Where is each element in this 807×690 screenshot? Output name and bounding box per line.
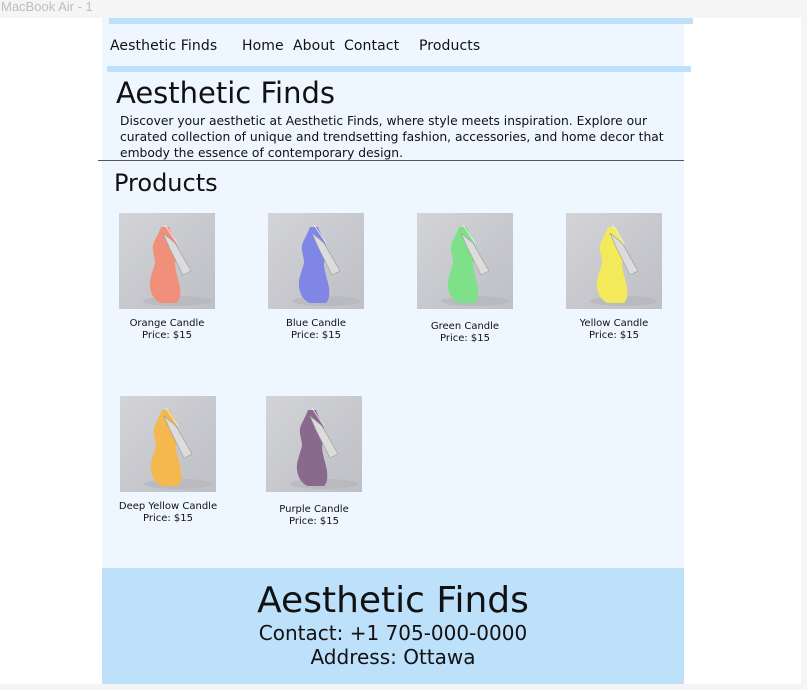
product-caption: Green Candle Price: $15 <box>395 321 535 345</box>
product-caption: Blue Candle Price: $15 <box>246 318 386 342</box>
nav-link-about[interactable]: About <box>293 38 335 54</box>
product-image[interactable] <box>268 213 364 309</box>
footer-title: Aesthetic Finds <box>257 580 529 621</box>
nav-link-home[interactable]: Home <box>242 38 284 54</box>
product-price: Price: $15 <box>439 333 491 344</box>
product-price: Price: $15 <box>141 330 193 341</box>
product-name: Orange Candle <box>129 318 205 329</box>
product-name: Deep Yellow Candle <box>118 501 218 512</box>
product-image[interactable] <box>266 396 362 492</box>
hero-title: Aesthetic Finds <box>116 76 335 110</box>
product-name: Yellow Candle <box>579 318 649 329</box>
nav-brand[interactable]: Aesthetic Finds <box>110 38 217 54</box>
nav-link-products[interactable]: Products <box>419 38 480 54</box>
product-image[interactable] <box>120 396 216 492</box>
nav-link-contact[interactable]: Contact <box>344 38 399 54</box>
nav-top-bar <box>109 18 693 24</box>
section-divider <box>98 160 684 161</box>
product-price: Price: $15 <box>588 330 640 341</box>
frame-label: MacBook Air - 1 <box>1 0 93 14</box>
nav-bottom-bar <box>107 66 691 72</box>
footer-address: Address: Ottawa <box>310 645 476 669</box>
product-name: Purple Candle <box>279 504 349 515</box>
product-name: Blue Candle <box>285 318 347 329</box>
product-caption: Orange Candle Price: $15 <box>97 318 237 342</box>
product-price: Price: $15 <box>288 516 340 527</box>
product-caption: Purple Candle Price: $15 <box>244 504 384 528</box>
products-title: Products <box>114 169 218 197</box>
product-price: Price: $15 <box>290 330 342 341</box>
product-image[interactable] <box>417 213 513 309</box>
hero-description: Discover your aesthetic at Aesthetic Fin… <box>120 114 664 160</box>
navigation-bar: Aesthetic Finds Home About Contact Produ… <box>0 38 801 58</box>
product-image[interactable] <box>566 213 662 309</box>
footer: Aesthetic Finds Contact: +1 705-000-0000… <box>102 568 684 684</box>
product-caption: Deep Yellow Candle Price: $15 <box>98 501 238 525</box>
product-name: Green Candle <box>430 321 500 332</box>
artboard: Aesthetic Finds Home About Contact Produ… <box>0 18 801 684</box>
footer-contact: Contact: +1 705-000-0000 <box>258 621 528 645</box>
product-image[interactable] <box>119 213 215 309</box>
product-price: Price: $15 <box>142 513 194 524</box>
product-caption: Yellow Candle Price: $15 <box>544 318 684 342</box>
